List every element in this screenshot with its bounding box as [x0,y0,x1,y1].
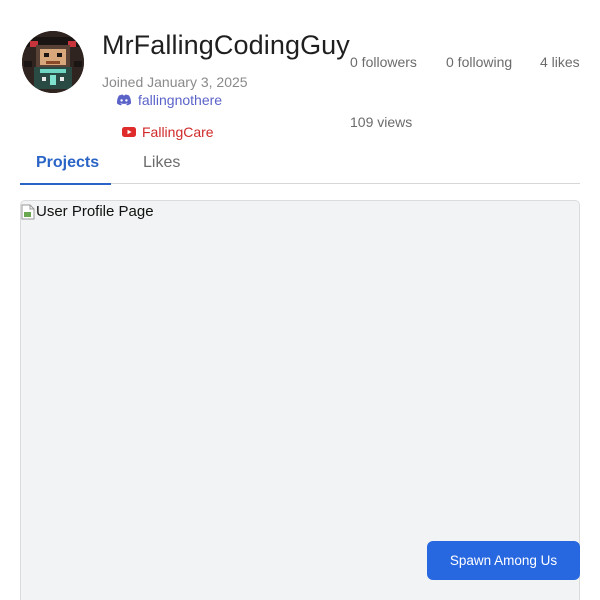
project-preview-frame: User Profile Page [20,200,580,600]
image-alt-text: User Profile Page [36,203,154,220]
spawn-among-us-button[interactable]: Spawn Among Us [427,541,580,580]
user-avatar-icon [22,31,84,93]
project-image: User Profile Page [21,203,154,220]
join-date: Joined January 3, 2025 [102,74,248,90]
username: MrFallingCodingGuy [102,30,350,60]
views-count: 109 views [350,114,413,130]
tab-projects[interactable]: Projects [20,150,111,185]
youtube-link[interactable]: FallingCare [122,124,214,140]
youtube-handle: FallingCare [142,124,214,140]
discord-icon [116,94,132,106]
profile-tabs: Projects Likes [20,150,580,185]
likes-count: 4 likes [540,54,580,70]
avatar[interactable] [22,31,84,93]
discord-handle: fallingnothere [138,92,223,108]
tab-likes[interactable]: Likes [127,150,196,184]
youtube-icon [122,127,136,137]
broken-image-icon [21,204,35,220]
followers-count[interactable]: 0 followers [350,54,417,70]
discord-link[interactable]: fallingnothere [116,92,222,108]
following-count[interactable]: 0 following [446,54,512,70]
